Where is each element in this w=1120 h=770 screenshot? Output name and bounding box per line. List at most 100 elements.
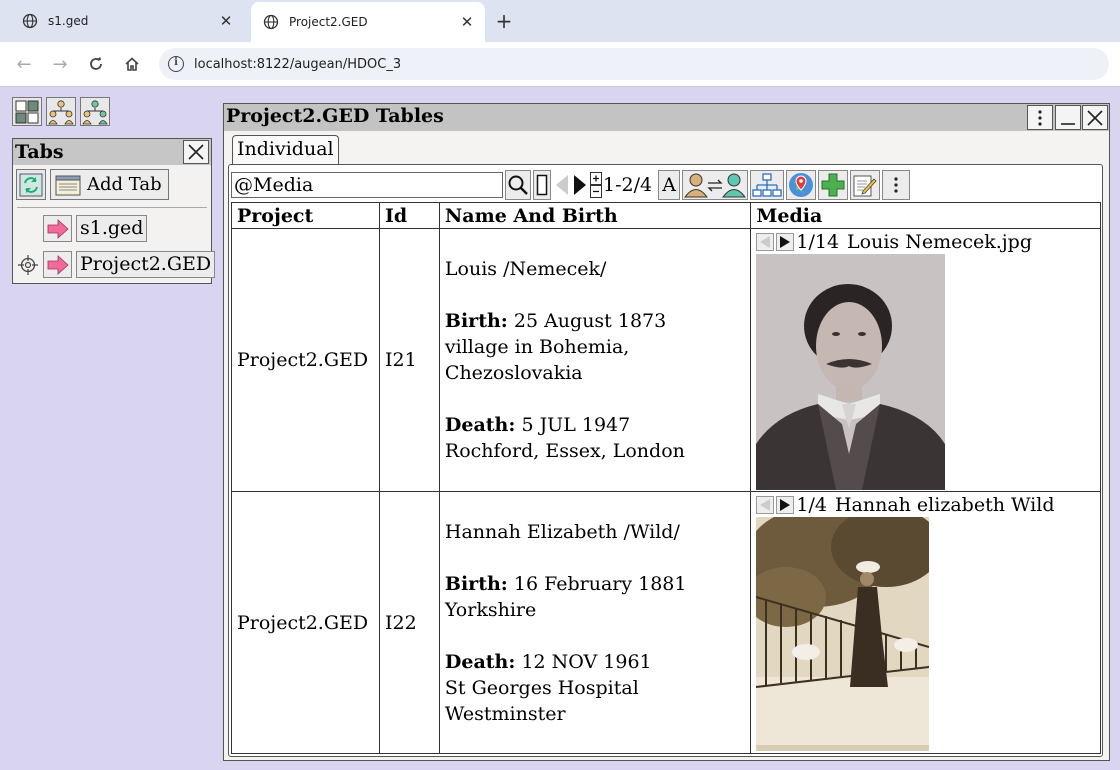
media-next-button[interactable] (776, 496, 795, 514)
font-button[interactable]: A (658, 170, 681, 200)
next-page-button[interactable] (571, 170, 589, 200)
family-tree-button[interactable] (46, 97, 76, 126)
close-icon (188, 144, 204, 160)
column-header-id[interactable]: Id (378, 202, 440, 229)
forward-icon[interactable]: → (48, 52, 72, 76)
search-button[interactable] (505, 170, 531, 200)
person-name[interactable]: Hannah Elizabeth /Wild/ (445, 519, 745, 545)
column-header-media[interactable]: Media (750, 202, 1101, 229)
page-count: 1-2/4 (603, 174, 653, 196)
tab-item-project2: Project2.GED (17, 251, 216, 278)
divider (0, 86, 1120, 87)
people-tree-icon (48, 99, 74, 124)
hierarchy-button[interactable] (750, 170, 785, 200)
info-icon[interactable]: i (168, 56, 184, 72)
column-header-name[interactable]: Name And Birth (438, 202, 752, 229)
triangle-left-icon (760, 499, 771, 511)
refresh-tabs-button[interactable] (16, 169, 46, 200)
refresh-icon (19, 173, 43, 196)
death-date: 5 JUL 1947 (521, 414, 631, 436)
reload-icon[interactable] (84, 52, 108, 76)
death-place: St Georges Hospital Westminster (444, 676, 639, 725)
add-button[interactable] (818, 170, 849, 200)
search-icon (508, 175, 528, 195)
birth-label: Birth: (444, 572, 508, 595)
cell-media: 1/4 Hannah elizabeth Wild (750, 491, 1101, 754)
column-header-project[interactable]: Project (231, 202, 380, 229)
edit-button[interactable] (850, 170, 881, 200)
tab-item-label[interactable]: s1.ged (76, 215, 148, 242)
close-panel-button[interactable] (1082, 105, 1108, 130)
tabs-panel-title: Tabs (15, 141, 64, 163)
goto-tab-button[interactable] (43, 215, 72, 242)
more-vert-icon (894, 177, 898, 193)
more-options-button[interactable] (882, 170, 911, 200)
birth-place: Yorkshire (444, 598, 537, 621)
media-prev-button[interactable] (756, 496, 775, 514)
table-content: @Media 1-2/4 A Project Id Name And Birth… (228, 164, 1103, 757)
media-title: Louis Nemecek.jpg (847, 231, 1032, 253)
sepia-photo[interactable] (756, 517, 930, 751)
relatives-button[interactable] (80, 97, 110, 126)
minimize-button[interactable] (1055, 105, 1081, 130)
cell-id: I22 (378, 491, 440, 754)
edit-icon (853, 175, 877, 197)
browser-tab-project2[interactable]: Project2.GED ✕ (251, 2, 485, 42)
tables-panel-header: Project2.GED Tables (224, 104, 1109, 131)
new-tab-button[interactable]: + (492, 9, 516, 33)
filter-input[interactable]: @Media (231, 172, 503, 198)
table-row[interactable]: Project2.GED I22 Hannah Elizabeth /Wild/… (231, 491, 1101, 754)
people-tree-alt-icon (82, 99, 108, 124)
tab-item-label[interactable]: Project2.GED (76, 251, 216, 278)
minimize-icon (1061, 122, 1075, 125)
close-icon[interactable]: ✕ (455, 13, 479, 31)
add-tab-label: Add Tab (87, 174, 162, 195)
panel-title: Project2.GED Tables (226, 105, 444, 127)
triangle-left-icon (760, 236, 771, 248)
close-panel-button[interactable] (183, 140, 209, 164)
individual-table: Project Id Name And Birth Media Project2… (231, 202, 1101, 754)
compare-people-button[interactable] (682, 170, 749, 200)
home-icon[interactable] (120, 52, 144, 76)
map-pin-icon (789, 173, 814, 197)
cell-media: 1/14 Louis Nemecek.jpg (750, 228, 1101, 492)
layout-grid-button[interactable] (12, 97, 42, 126)
prev-page-button[interactable] (553, 170, 571, 200)
map-button[interactable] (786, 170, 817, 200)
panel-menu-button[interactable] (1027, 105, 1053, 130)
browser-tab-s1[interactable]: s1.ged ✕ (10, 4, 244, 38)
portrait-photo[interactable] (756, 254, 946, 490)
cell-name-birth: Hannah Elizabeth /Wild/ Birth: 16 Februa… (438, 491, 752, 754)
death-label: Death: (444, 650, 516, 673)
death-place: Rochford, Essex, London (444, 440, 685, 462)
add-tab-button[interactable]: Add Tab (50, 169, 169, 200)
tab-item-s1: s1.ged (17, 215, 148, 242)
death-label: Death: (444, 414, 516, 436)
media-counter: 1/14 (796, 231, 840, 253)
notepad-icon (55, 175, 81, 195)
person-name[interactable]: Louis /Nemecek/ (445, 256, 745, 282)
close-icon[interactable]: ✕ (214, 12, 238, 30)
page-toggle-button[interactable] (533, 170, 551, 200)
death-date: 12 NOV 1961 (521, 650, 652, 673)
tab-individual[interactable]: Individual (232, 135, 339, 165)
back-icon[interactable]: ← (12, 52, 36, 76)
tabs-panel-header: Tabs (13, 139, 211, 165)
media-prev-button[interactable] (756, 233, 775, 251)
browser-tab-title: Project2.GED (289, 15, 368, 29)
table-row[interactable]: Project2.GED I21 Louis /Nemecek/ Birth: … (231, 228, 1101, 492)
tabs-panel: Tabs Add Tab s1.ged Project2.GED (12, 138, 216, 284)
filter-toolbar: @Media 1-2/4 A (231, 169, 911, 201)
grid-icon (15, 100, 39, 123)
birth-place: Chezoslovakia (444, 362, 583, 384)
goto-tab-button[interactable] (43, 251, 72, 278)
close-icon (1087, 109, 1103, 126)
url-text: localhost:8122/augean/HDOC_3 (194, 56, 402, 72)
page-size-stepper[interactable] (590, 172, 602, 198)
hierarchy-icon (752, 173, 782, 197)
address-bar[interactable]: i localhost:8122/augean/HDOC_3 (159, 48, 1109, 80)
triangle-right-icon (780, 499, 791, 511)
media-next-button[interactable] (776, 233, 795, 251)
birth-place: village in Bohemia, (444, 336, 630, 358)
triangle-right-icon (574, 175, 586, 195)
